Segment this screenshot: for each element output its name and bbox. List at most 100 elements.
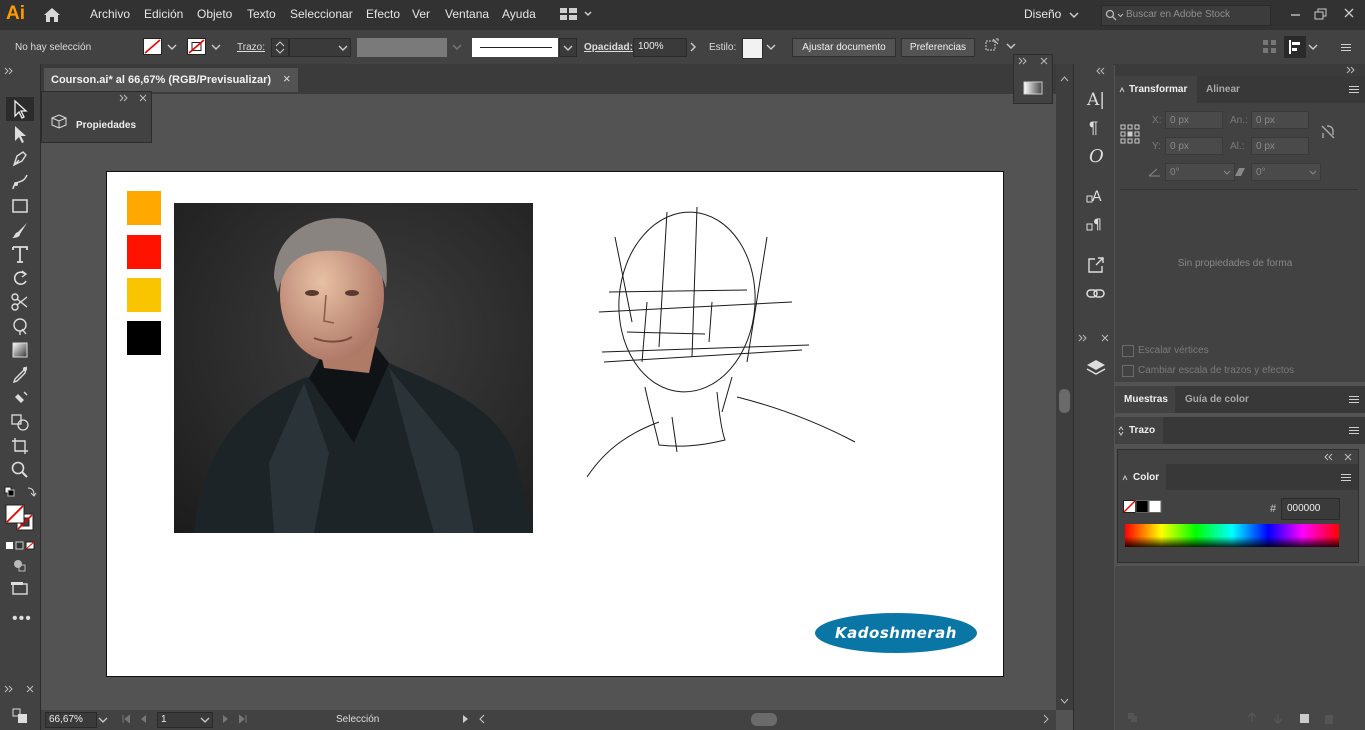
collapse-right-panels-icon[interactable] bbox=[1346, 66, 1358, 74]
color-spectrum-ramp[interactable] bbox=[1125, 524, 1339, 547]
stock-search-box[interactable]: Buscar en Adobe Stock bbox=[1101, 5, 1271, 26]
layers-panel-icon[interactable] bbox=[1085, 358, 1107, 378]
document-tab[interactable]: Courson.ai* al 66,67% (RGB/Previsualizar… bbox=[44, 68, 298, 92]
preferences-button[interactable]: Preferencias bbox=[901, 38, 975, 57]
artboard-tool-icon[interactable] bbox=[10, 436, 30, 456]
shape-builder-icon[interactable] bbox=[10, 412, 30, 432]
x-field[interactable]: 0 px bbox=[1165, 111, 1223, 129]
zoom-tool-icon[interactable] bbox=[10, 460, 30, 480]
status-menu-arrows[interactable] bbox=[461, 714, 491, 724]
pen-tool-icon[interactable] bbox=[10, 148, 30, 168]
panel-menu-chevron-icon[interactable] bbox=[1308, 43, 1318, 51]
control-bar-menu-icon[interactable] bbox=[1341, 44, 1351, 45]
artboard[interactable]: Kadoshmerah bbox=[106, 171, 1004, 677]
tab-transformar[interactable]: Transformar bbox=[1115, 76, 1197, 103]
paintbrush-tool-icon[interactable] bbox=[10, 220, 30, 240]
collapse-lower-panel-icon[interactable] bbox=[4, 685, 36, 693]
rotate-tool-icon[interactable] bbox=[10, 268, 30, 288]
swatch-library-actions[interactable] bbox=[1125, 711, 1355, 725]
tab-color[interactable]: Color bbox=[1118, 464, 1166, 490]
direct-selection-icon[interactable] bbox=[10, 124, 30, 144]
color-panel-window-controls[interactable] bbox=[1324, 453, 1354, 461]
reference-point-icon[interactable] bbox=[1120, 124, 1140, 144]
fill-stroke-indicator[interactable] bbox=[4, 504, 36, 534]
selection-tool[interactable] bbox=[6, 97, 34, 121]
menu-archivo[interactable]: Archivo bbox=[90, 7, 130, 21]
swatch-yellow[interactable] bbox=[127, 278, 161, 312]
properties-label[interactable]: Propiedades bbox=[76, 120, 136, 131]
zoom-dropdown-icon[interactable] bbox=[98, 716, 108, 724]
opacity-field[interactable]: 100% bbox=[633, 38, 687, 57]
stroke-dropdown-icon[interactable] bbox=[211, 43, 221, 51]
paragraph-panel-icon[interactable]: ¶ bbox=[1089, 118, 1098, 138]
vertical-scrollbar[interactable] bbox=[1056, 64, 1073, 710]
close-tab-icon[interactable]: × bbox=[283, 71, 291, 86]
gradient-panel-controls[interactable] bbox=[1018, 57, 1048, 65]
rotate-field[interactable]: 0° bbox=[1165, 163, 1235, 181]
horizontal-scroll-thumb[interactable] bbox=[751, 713, 777, 726]
brush-definition[interactable] bbox=[472, 38, 558, 57]
zoom-level-field[interactable]: 66,67% bbox=[45, 712, 97, 728]
transform-panel-menu-icon[interactable] bbox=[1349, 86, 1359, 87]
tab-guia-de-color[interactable]: Guía de color bbox=[1185, 394, 1249, 405]
fill-dropdown-icon[interactable] bbox=[167, 43, 177, 51]
shear-field[interactable]: 0° bbox=[1251, 163, 1321, 181]
menu-texto[interactable]: Texto bbox=[247, 7, 276, 21]
color-none-black-white-buttons[interactable] bbox=[1123, 499, 1163, 515]
stroke-weight-field[interactable] bbox=[289, 38, 351, 57]
variable-width-profile[interactable] bbox=[357, 38, 447, 57]
stroke-none-icon[interactable] bbox=[187, 38, 207, 56]
tab-trazo[interactable]: Trazo bbox=[1115, 417, 1163, 444]
scroll-down-icon[interactable] bbox=[1060, 698, 1069, 704]
gradient-panel-icon[interactable] bbox=[1023, 81, 1043, 95]
stroke-panel-menu-icon[interactable] bbox=[1349, 427, 1359, 428]
scale-corners-checkbox[interactable] bbox=[1122, 345, 1134, 357]
collapse-panel-icon[interactable] bbox=[4, 67, 36, 75]
paragraph-styles-icon[interactable]: ¶ bbox=[1086, 214, 1106, 234]
menu-ventana[interactable]: Ventana bbox=[445, 7, 489, 21]
height-field[interactable]: 0 px bbox=[1251, 137, 1309, 155]
opentype-panel-icon[interactable]: O bbox=[1089, 146, 1104, 167]
y-field[interactable]: 0 px bbox=[1165, 137, 1223, 155]
draw-modes-icon[interactable] bbox=[10, 555, 30, 575]
curvature-tool-icon[interactable] bbox=[10, 172, 30, 192]
properties-panel-toggle[interactable] bbox=[1284, 36, 1306, 58]
scissors-tool-icon[interactable] bbox=[10, 292, 30, 312]
menu-edicion[interactable]: Edición bbox=[144, 7, 183, 21]
export-asset-icon[interactable] bbox=[1086, 255, 1106, 275]
menu-ver[interactable]: Ver bbox=[412, 7, 430, 21]
style-dropdown-icon[interactable] bbox=[766, 43, 776, 51]
scroll-right-icon[interactable] bbox=[1042, 714, 1050, 724]
color-panel-menu-icon[interactable] bbox=[1341, 474, 1351, 475]
fill-none-icon[interactable] bbox=[143, 38, 163, 56]
first-prev-artboard-icons[interactable] bbox=[121, 714, 155, 724]
brush-dropdown[interactable] bbox=[559, 38, 577, 57]
reference-portrait-image[interactable] bbox=[174, 203, 533, 533]
constrain-proportions-icon[interactable] bbox=[1319, 123, 1337, 141]
tab-alinear[interactable]: Alinear bbox=[1206, 84, 1240, 95]
chevron-down-icon[interactable] bbox=[1069, 11, 1079, 19]
swatch-orange[interactable] bbox=[127, 191, 161, 225]
more-tools-icon[interactable]: ••• bbox=[12, 610, 32, 628]
menu-efecto[interactable]: Efecto bbox=[366, 7, 400, 21]
expand-panels-icon[interactable] bbox=[1096, 67, 1108, 75]
scroll-up-icon[interactable] bbox=[1060, 76, 1069, 82]
layers-group-controls[interactable] bbox=[1078, 334, 1112, 342]
scale-strokes-checkbox[interactable] bbox=[1122, 365, 1134, 377]
gradient-tool-icon[interactable] bbox=[10, 340, 30, 360]
graphic-style-swatch[interactable] bbox=[742, 38, 763, 59]
arrange-documents-icon[interactable] bbox=[560, 8, 596, 22]
eyedropper-tool-icon[interactable] bbox=[10, 364, 30, 384]
swatches-panel-menu-icon[interactable] bbox=[1349, 396, 1359, 397]
links-panel-icon[interactable] bbox=[1086, 284, 1106, 304]
menu-seleccionar[interactable]: Seleccionar bbox=[290, 7, 353, 21]
artboard-dropdown-icon[interactable] bbox=[200, 716, 210, 724]
vertical-scroll-thumb[interactable] bbox=[1059, 389, 1070, 413]
width-field[interactable]: 0 px bbox=[1251, 111, 1309, 129]
live-paint-icon[interactable] bbox=[10, 388, 30, 408]
home-icon[interactable] bbox=[42, 6, 62, 24]
align-grid-icon[interactable] bbox=[1263, 40, 1277, 54]
workspace-switcher[interactable]: Diseño bbox=[1024, 7, 1061, 21]
tab-muestras[interactable]: Muestras bbox=[1115, 386, 1175, 413]
swatch-red[interactable] bbox=[127, 235, 161, 269]
